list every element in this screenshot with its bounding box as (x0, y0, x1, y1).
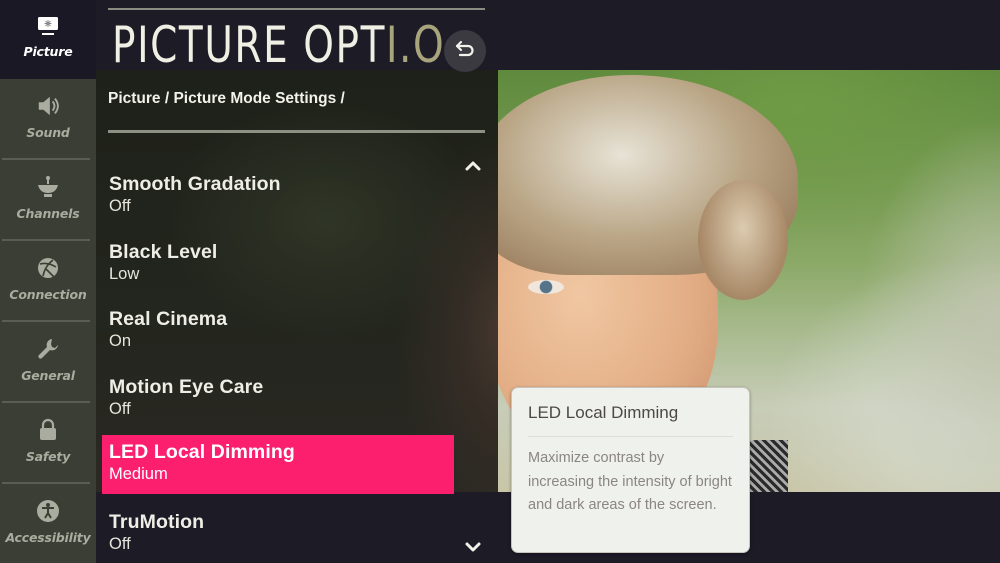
tooltip-divider (528, 436, 733, 437)
menu-item-value: On (109, 332, 132, 350)
chevron-down-icon (464, 538, 482, 557)
sidebar-item-general[interactable]: General (0, 322, 96, 403)
menu-item-name: LED Local Dimming (109, 441, 295, 463)
back-button[interactable] (444, 30, 486, 72)
photo-eye (528, 280, 564, 294)
menu-item-value: Off (109, 400, 131, 418)
menu-item-smooth-gradation[interactable]: Smooth Gradation Off (102, 167, 454, 225)
menu-item-value: Off (109, 197, 131, 215)
page-title-main: PICTURE OPT (112, 16, 386, 74)
sidebar-item-connection[interactable]: Connection (0, 241, 96, 322)
menu-item-name: TruMotion (109, 511, 205, 533)
sidebar-item-label: Sound (26, 125, 70, 140)
back-arrow-icon (454, 40, 476, 62)
sidebar-item-label: Picture (23, 44, 73, 59)
menu-item-value: Low (109, 265, 140, 283)
sidebar-item-channels[interactable]: Channels (0, 160, 96, 241)
settings-sidebar: Picture Sound Channels Connection Genera… (0, 0, 96, 563)
tooltip-body: Maximize contrast by increasing the inte… (528, 450, 732, 513)
satellite-dish-icon (36, 175, 60, 199)
sidebar-item-picture[interactable]: Picture (0, 0, 96, 79)
menu-item-name: Black Level (109, 241, 218, 263)
breadcrumb: Picture / Picture Mode Settings / (108, 90, 345, 107)
menu-item-black-level[interactable]: Black Level Low (102, 235, 454, 293)
wrench-icon (36, 337, 60, 361)
photo-hair-bun (698, 180, 788, 300)
help-tooltip: LED Local Dimming Maximize contrast by i… (511, 387, 750, 553)
globe-connection-icon (36, 256, 60, 280)
sidebar-item-label: Connection (9, 287, 87, 302)
page-title: PICTURE OPTI.O (112, 14, 445, 76)
menu-item-name: Real Cinema (109, 308, 228, 330)
sidebar-item-label: General (21, 368, 75, 383)
lock-icon (36, 418, 60, 442)
speaker-icon (36, 94, 60, 118)
sidebar-item-label: Accessibility (5, 530, 91, 545)
tv-picture-icon (36, 14, 60, 38)
header-top-rule (108, 8, 485, 10)
sidebar-item-accessibility[interactable]: Accessibility (0, 484, 96, 563)
menu-item-led-local-dimming[interactable]: LED Local Dimming Medium (102, 435, 454, 494)
menu-item-name: Smooth Gradation (109, 173, 281, 195)
header-bottom-rule (108, 130, 485, 133)
menu-item-trumotion[interactable]: TruMotion Off (102, 505, 454, 563)
sidebar-item-label: Safety (25, 449, 71, 464)
chevron-up-icon (464, 157, 482, 176)
menu-item-name: Motion Eye Care (109, 376, 264, 398)
sidebar-item-label: Channels (16, 206, 80, 221)
menu-item-motion-eye-care[interactable]: Motion Eye Care Off (102, 370, 454, 428)
menu-item-real-cinema[interactable]: Real Cinema On (102, 302, 454, 360)
scroll-down-button[interactable] (464, 538, 482, 552)
page-title-fading: I.O (385, 16, 446, 74)
menu-item-value: Off (109, 535, 131, 553)
accessibility-person-icon (36, 499, 60, 523)
tooltip-title: LED Local Dimming (528, 403, 679, 422)
scroll-up-button[interactable] (464, 157, 482, 171)
sidebar-item-sound[interactable]: Sound (0, 79, 96, 160)
sidebar-item-safety[interactable]: Safety (0, 403, 96, 484)
menu-item-value: Medium (109, 465, 168, 483)
